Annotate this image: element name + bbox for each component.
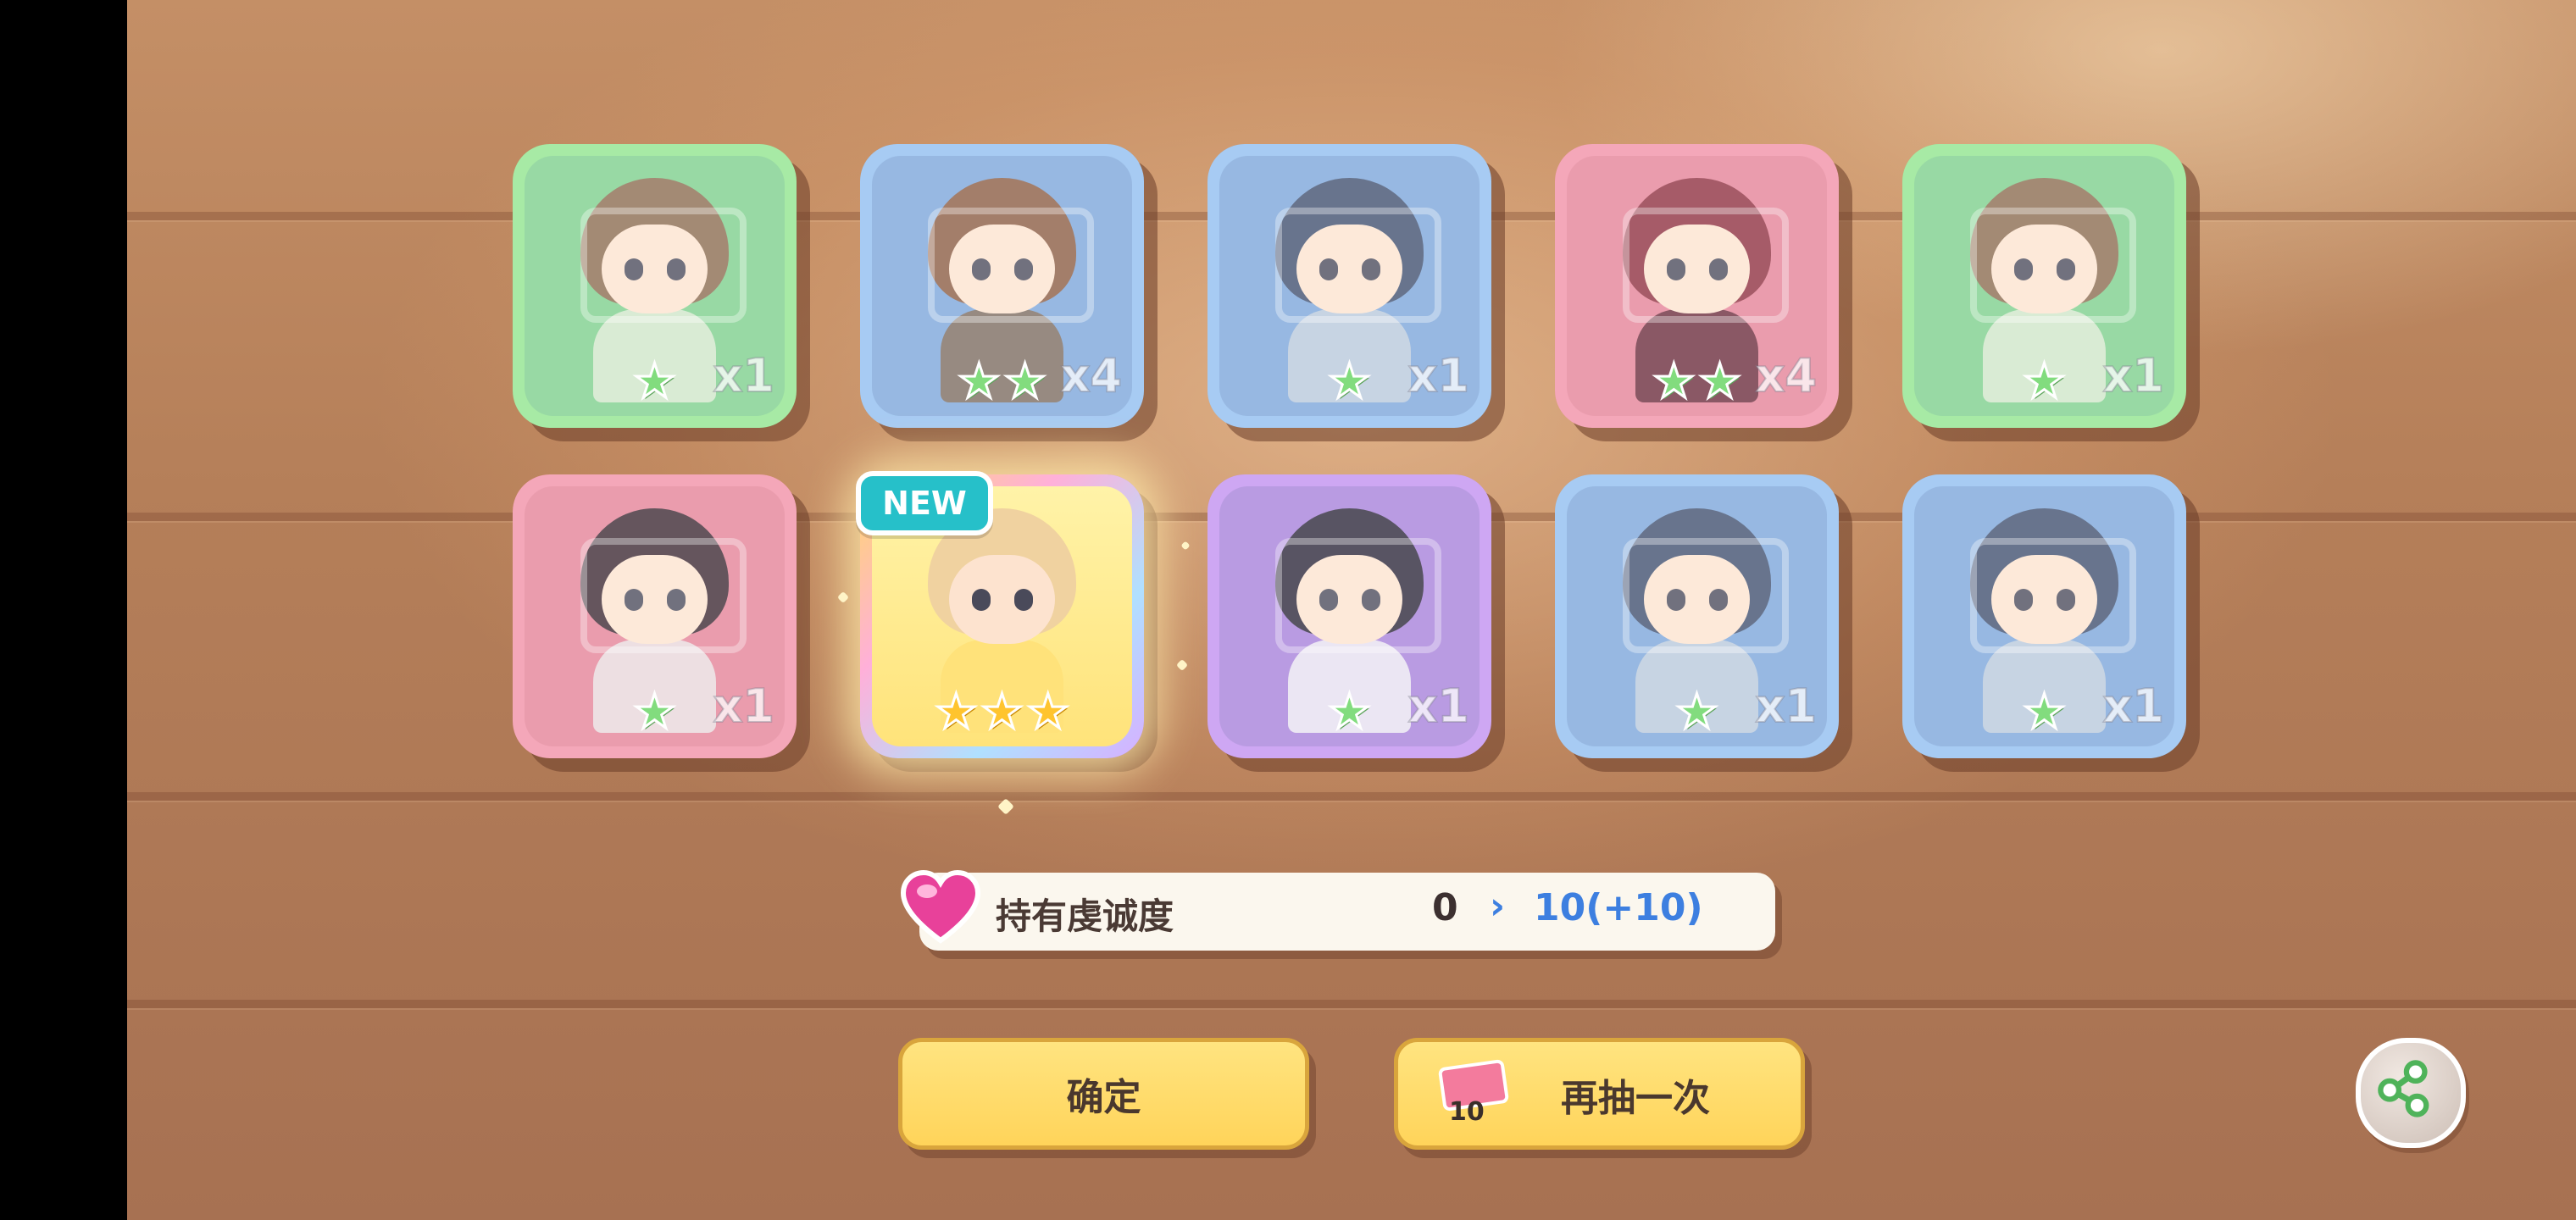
duplicate-stamp	[1623, 538, 1789, 653]
character-portrait	[1953, 169, 2135, 402]
duplicate-stamp	[580, 208, 747, 323]
duplicate-count: x4	[1060, 348, 1123, 403]
confirm-button[interactable]: 确定	[898, 1038, 1309, 1150]
duplicate-count: x4	[1755, 348, 1818, 403]
devotion-from-value: 0	[1432, 886, 1458, 929]
star-rating: ★	[513, 354, 797, 409]
star-icon: ★	[980, 685, 1024, 740]
confirm-button-label: 确定	[1066, 1076, 1141, 1119]
duplicate-stamp	[580, 538, 747, 653]
card-frame	[1219, 156, 1480, 416]
duplicate-stamp	[928, 208, 1094, 323]
star-rating: ★ ★	[1555, 354, 1839, 409]
result-card-5[interactable]: ★ x1	[1902, 144, 2186, 428]
duplicate-count: x1	[1755, 679, 1818, 734]
star-icon: ★	[934, 685, 979, 740]
card-frame	[525, 486, 785, 746]
result-card-1[interactable]: ★ x1	[513, 144, 797, 428]
character-portrait	[1258, 169, 1441, 402]
star-icon: ★	[2022, 354, 2067, 409]
devotion-label: 持有虔诚度	[996, 896, 1174, 937]
star-icon: ★	[1697, 354, 1742, 409]
star-icon: ★	[632, 354, 677, 409]
duplicate-stamp	[1275, 538, 1441, 653]
star-rating: ★	[1208, 685, 1491, 740]
card-frame	[1219, 486, 1480, 746]
star-rating: ★	[1902, 685, 2186, 740]
star-icon: ★	[1327, 685, 1372, 740]
ticket-count: 10	[1449, 1097, 1485, 1127]
devotion-arrow: ›	[1490, 884, 1506, 928]
character-portrait	[911, 169, 1093, 402]
devotion-to-value: 10(+10)	[1534, 886, 1703, 929]
duplicate-count: x1	[1407, 679, 1470, 734]
duplicate-count: x1	[713, 679, 775, 734]
duplicate-count: x1	[2102, 348, 2165, 403]
card-frame	[525, 156, 785, 416]
share-icon	[2378, 1060, 2429, 1117]
star-icon: ★	[1002, 354, 1047, 409]
result-card-2[interactable]: ★ ★ x4	[860, 144, 1144, 428]
character-portrait	[1258, 500, 1441, 733]
character-portrait	[1606, 500, 1788, 733]
floor-plank-line	[127, 792, 2576, 801]
star-icon: ★	[1652, 354, 1696, 409]
left-black-bar	[0, 0, 127, 1220]
star-rating: ★ ★ ★	[860, 685, 1144, 740]
duplicate-count: x1	[713, 348, 775, 403]
card-frame	[1567, 156, 1827, 416]
duplicate-count: x1	[1407, 348, 1470, 403]
new-badge: NEW	[856, 471, 993, 535]
star-icon: ★	[632, 685, 677, 740]
star-rating: ★	[513, 685, 797, 740]
result-card-10[interactable]: ★ x1	[1902, 474, 2186, 758]
draw-again-label: 再抽一次	[1561, 1077, 1710, 1120]
star-icon: ★	[1674, 685, 1719, 740]
duplicate-stamp	[1970, 208, 2136, 323]
result-card-3[interactable]: ★ x1	[1208, 144, 1491, 428]
card-frame	[1567, 486, 1827, 746]
star-icon: ★	[1327, 354, 1372, 409]
star-icon: ★	[957, 354, 1002, 409]
card-frame	[1914, 156, 2174, 416]
star-rating: ★	[1902, 354, 2186, 409]
duplicate-stamp	[1275, 208, 1441, 323]
result-card-6[interactable]: ★ x1	[513, 474, 797, 758]
duplicate-stamp	[1970, 538, 2136, 653]
character-portrait	[564, 500, 746, 733]
card-frame	[872, 156, 1132, 416]
share-button[interactable]	[2356, 1038, 2466, 1148]
character-portrait	[1606, 169, 1788, 402]
character-portrait	[564, 169, 746, 402]
result-card-4[interactable]: ★ ★ x4	[1555, 144, 1839, 428]
duplicate-count: x1	[2102, 679, 2165, 734]
star-rating: ★	[1555, 685, 1839, 740]
star-rating: ★	[1208, 354, 1491, 409]
result-card-9[interactable]: ★ x1	[1555, 474, 1839, 758]
card-frame	[1914, 486, 2174, 746]
character-portrait	[1953, 500, 2135, 733]
star-icon: ★	[1025, 685, 1070, 740]
star-icon: ★	[2022, 685, 2067, 740]
star-rating: ★ ★	[860, 354, 1144, 409]
duplicate-stamp	[1623, 208, 1789, 323]
heart-icon	[900, 869, 981, 944]
result-card-8[interactable]: ★ x1	[1208, 474, 1491, 758]
floor-plank-line	[127, 1000, 2576, 1008]
